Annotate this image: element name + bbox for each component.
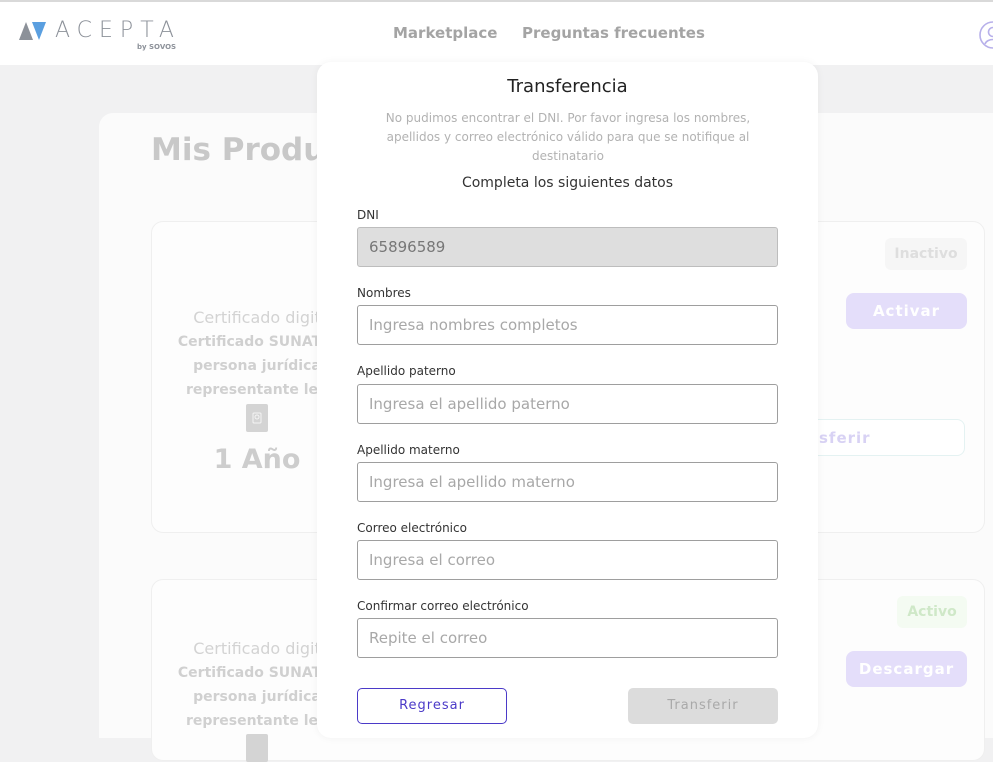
acepta-triangles-icon (19, 22, 47, 40)
status-badge: Activo (897, 596, 967, 628)
modal-description: No pudimos encontrar el DNI. Por favor i… (373, 109, 763, 166)
page-title: Mis Produc (151, 132, 344, 168)
status-badge: Inactivo (885, 238, 967, 270)
certificate-icon-glyph (246, 404, 268, 432)
activate-button[interactable]: Activar (846, 293, 967, 329)
logo-text: ACEPTA (55, 18, 181, 43)
user-account-icon[interactable] (978, 20, 993, 50)
apellido-paterno-input[interactable] (357, 384, 778, 424)
site-header: ACEPTA by SOVOS Marketplace Preguntas fr… (0, 2, 993, 65)
confirm-correo-label: Confirmar correo electrónico (357, 599, 529, 613)
dni-field[interactable] (357, 227, 778, 267)
transfer-button[interactable]: sferir (800, 419, 965, 456)
correo-label: Correo electrónico (357, 521, 467, 535)
transfer-modal: Transferencia No pudimos encontrar el DN… (317, 62, 818, 738)
certificate-icon (246, 404, 268, 432)
nombres-input[interactable] (357, 305, 778, 345)
modal-title: Transferencia (317, 76, 818, 97)
nav-marketplace[interactable]: Marketplace (393, 24, 497, 42)
modal-subtitle: Completa los siguientes datos (317, 175, 818, 191)
back-button[interactable]: Regresar (357, 688, 507, 724)
email-field[interactable] (357, 540, 778, 580)
dni-label: DNI (357, 208, 379, 222)
apellido-materno-input[interactable] (357, 462, 778, 502)
apellido-materno-label: Apellido materno (357, 443, 460, 457)
confirm-email-field[interactable] (357, 618, 778, 658)
apellido-paterno-label: Apellido paterno (357, 364, 456, 378)
certificate-icon (246, 734, 268, 762)
logo-subtext: by SOVOS (137, 43, 176, 51)
download-button[interactable]: Descargar (846, 651, 967, 687)
nav-faq[interactable]: Preguntas frecuentes (522, 24, 705, 42)
transfer-submit-button[interactable]: Transferir (628, 688, 778, 724)
nombres-label: Nombres (357, 286, 411, 300)
